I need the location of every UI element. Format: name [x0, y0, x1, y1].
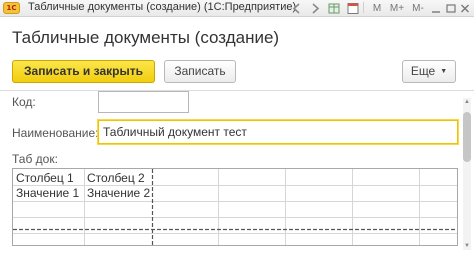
spreadsheet-cell[interactable]: Столбец 2	[87, 171, 145, 185]
maximize-icon[interactable]	[445, 2, 457, 15]
save-button[interactable]: Записать	[164, 60, 236, 83]
window-title: Табличные документы (создание) (1С:Предп…	[28, 1, 297, 13]
command-bar-divider	[0, 90, 474, 91]
code-field[interactable]	[98, 91, 189, 113]
spreadsheet-label: Таб док:	[12, 152, 58, 166]
spreadsheet-cell[interactable]: Значение 1	[16, 186, 79, 200]
spreadsheet-document[interactable]: Столбец 1 Столбец 2 Значение 1 Значение …	[12, 168, 458, 246]
code-label: Код:	[12, 95, 36, 109]
forward-arrow-icon[interactable]	[308, 2, 322, 15]
spreadsheet-icon[interactable]	[327, 2, 341, 15]
calendar-icon[interactable]	[346, 2, 360, 15]
spreadsheet-grid	[13, 169, 457, 245]
chevron-down-icon: ▼	[440, 68, 448, 76]
memory-button[interactable]: M	[371, 2, 383, 15]
close-icon[interactable]	[459, 2, 471, 15]
name-label: Наименование:	[12, 126, 99, 140]
page-title: Табличные документы (создание)	[12, 28, 280, 47]
memory-plus-button[interactable]: M+	[389, 2, 405, 15]
vertical-scrollbar[interactable]: ▲ ▼	[463, 98, 471, 250]
memory-minus-button[interactable]: M-	[410, 2, 426, 15]
title-separator	[363, 2, 364, 13]
scroll-up-icon[interactable]: ▲	[463, 98, 471, 106]
more-button[interactable]: Еще ▼	[402, 60, 456, 83]
scrollbar-thumb[interactable]	[463, 112, 471, 162]
spreadsheet-cell[interactable]: Значение 2	[87, 186, 150, 200]
spreadsheet-cell[interactable]: Столбец 1	[16, 171, 74, 185]
name-field[interactable]: Табличный документ тест	[98, 120, 458, 144]
more-button-label: Еще	[410, 64, 436, 78]
1c-logo-icon: 1С	[3, 2, 20, 14]
scroll-down-icon[interactable]: ▼	[463, 242, 471, 250]
minimize-icon[interactable]	[430, 2, 442, 15]
back-arrow-icon[interactable]	[290, 2, 304, 15]
save-and-close-button[interactable]: Записать и закрыть	[12, 60, 155, 83]
window-title-bar: 1С Табличные документы (создание) (1С:Пр…	[0, 0, 474, 17]
